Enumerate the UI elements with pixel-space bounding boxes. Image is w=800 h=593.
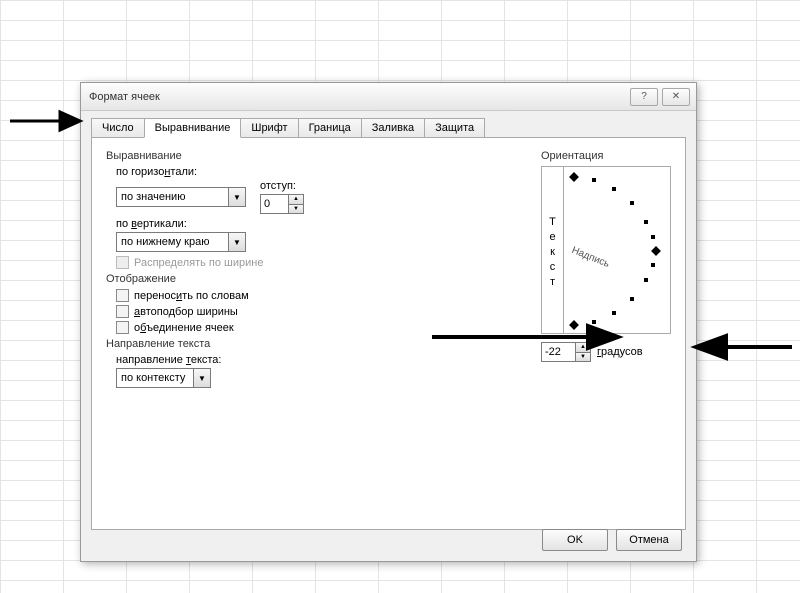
checkbox-icon xyxy=(116,256,129,269)
indent-value: 0 xyxy=(261,195,288,213)
degrees-value: -22 xyxy=(542,343,575,361)
distribute-label: Распределять по ширине xyxy=(134,257,263,269)
autofit-label: автоподбор ширины xyxy=(134,306,238,318)
merge-label: объединение ячеек xyxy=(134,322,234,334)
checkbox-icon xyxy=(116,289,129,302)
tab-alignment[interactable]: Выравнивание xyxy=(144,118,242,138)
horizontal-select[interactable]: по значению ▼ xyxy=(116,187,246,207)
dropdown-arrow-icon: ▼ xyxy=(193,369,210,387)
dialog-buttons: OK Отмена xyxy=(542,529,682,551)
tab-font[interactable]: Шрифт xyxy=(240,118,298,138)
format-cells-dialog: Формат ячеек ? ✕ Число Выравнивание Шриф… xyxy=(80,82,697,562)
orientation-needle: Надпись xyxy=(570,245,611,270)
direction-select[interactable]: по контексту ▼ xyxy=(116,368,211,388)
spinner-up-icon[interactable]: ▲ xyxy=(576,343,590,352)
spinner-up-icon[interactable]: ▲ xyxy=(289,195,303,204)
dialog-title: Формат ячеек xyxy=(89,91,626,103)
checkbox-icon xyxy=(116,305,129,318)
spinner-down-icon[interactable]: ▼ xyxy=(289,204,303,214)
alignment-panel: Выравнивание по горизонтали: по значению… xyxy=(91,137,686,530)
tab-number[interactable]: Число xyxy=(91,118,145,138)
indent-spinner[interactable]: 0 ▲ ▼ xyxy=(260,194,304,214)
tab-strip: Число Выравнивание Шрифт Граница Заливка… xyxy=(81,111,696,137)
degrees-label: градусов xyxy=(597,346,643,358)
cancel-button[interactable]: Отмена xyxy=(616,529,682,551)
wrap-label: переносить по словам xyxy=(134,290,249,302)
orientation-widget[interactable]: Т е к с т xyxy=(541,166,671,334)
help-button[interactable]: ? xyxy=(630,88,658,106)
vertical-select[interactable]: по нижнему краю ▼ xyxy=(116,232,246,252)
spinner-down-icon[interactable]: ▼ xyxy=(576,352,590,362)
orientation-section: Ориентация Т е к с т xyxy=(541,148,671,362)
direction-select-value: по контексту xyxy=(121,372,185,384)
titlebar: Формат ячеек ? ✕ xyxy=(81,83,696,111)
dropdown-arrow-icon: ▼ xyxy=(228,233,245,251)
tab-protection[interactable]: Защита xyxy=(424,118,485,138)
dropdown-arrow-icon: ▼ xyxy=(228,188,245,206)
horizontal-select-value: по значению xyxy=(121,191,185,203)
vertical-select-value: по нижнему краю xyxy=(121,236,209,248)
tab-border[interactable]: Граница xyxy=(298,118,362,138)
vertical-text-strip[interactable]: Т е к с т xyxy=(542,167,564,333)
degrees-spinner[interactable]: -22 ▲ ▼ xyxy=(541,342,591,362)
checkbox-icon xyxy=(116,321,129,334)
orientation-dial[interactable]: Надпись xyxy=(564,167,670,333)
orientation-group-title: Ориентация xyxy=(541,150,671,162)
tab-fill[interactable]: Заливка xyxy=(361,118,425,138)
ok-button[interactable]: OK xyxy=(542,529,608,551)
close-button[interactable]: ✕ xyxy=(662,88,690,106)
indent-label: отступ: xyxy=(260,180,304,192)
